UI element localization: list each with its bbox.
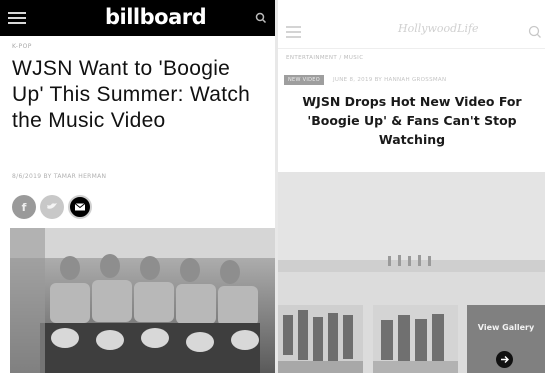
article-title: WJSN Drops Hot New Video For 'Boogie Up'… bbox=[302, 94, 522, 147]
gallery-label: View Gallery bbox=[477, 323, 535, 332]
twitter-icon bbox=[47, 203, 57, 209]
category-tag[interactable]: NEW VIDEO bbox=[284, 75, 324, 85]
menu-icon[interactable] bbox=[8, 12, 26, 24]
hollywoodlife-logo[interactable]: HollywoodLife bbox=[398, 22, 479, 35]
arrow-right-icon[interactable] bbox=[496, 351, 513, 368]
gallery-thumbnail[interactable] bbox=[278, 305, 363, 373]
breadcrumb[interactable]: K-POP bbox=[12, 43, 32, 50]
gallery-thumbnail[interactable] bbox=[373, 305, 458, 373]
twitter-share-button[interactable] bbox=[40, 195, 64, 219]
article-hero-image[interactable] bbox=[10, 228, 275, 373]
breadcrumb[interactable]: ENTERTAINMENT / MUSIC bbox=[286, 55, 363, 61]
billboard-header: billboard bbox=[0, 0, 275, 36]
search-icon[interactable] bbox=[528, 25, 542, 39]
email-share-button[interactable] bbox=[68, 195, 92, 219]
article-byline: 8/6/2019 BY TAMAR HERMAN bbox=[12, 173, 107, 180]
view-gallery-button[interactable]: View Gallery bbox=[467, 305, 545, 373]
svg-text:f: f bbox=[22, 201, 27, 214]
email-icon bbox=[74, 203, 86, 211]
hollywoodlife-article-pane: HollywoodLife ENTERTAINMENT / MUSIC NEW … bbox=[278, 0, 545, 373]
article-date: JUNE 8, 2019 BY HANNAH GROSSMAN bbox=[333, 77, 447, 83]
search-icon[interactable] bbox=[254, 11, 268, 25]
facebook-icon: f bbox=[22, 201, 27, 214]
facebook-share-button[interactable]: f bbox=[12, 195, 36, 219]
menu-icon[interactable] bbox=[286, 26, 301, 38]
article-title: WJSN Want to 'Boogie Up' This Summer: Wa… bbox=[12, 57, 251, 132]
header-separator bbox=[278, 48, 545, 49]
billboard-article-pane: billboard K-POP WJSN Want to 'Boogie Up'… bbox=[0, 0, 275, 373]
billboard-logo[interactable]: billboard bbox=[105, 5, 207, 29]
